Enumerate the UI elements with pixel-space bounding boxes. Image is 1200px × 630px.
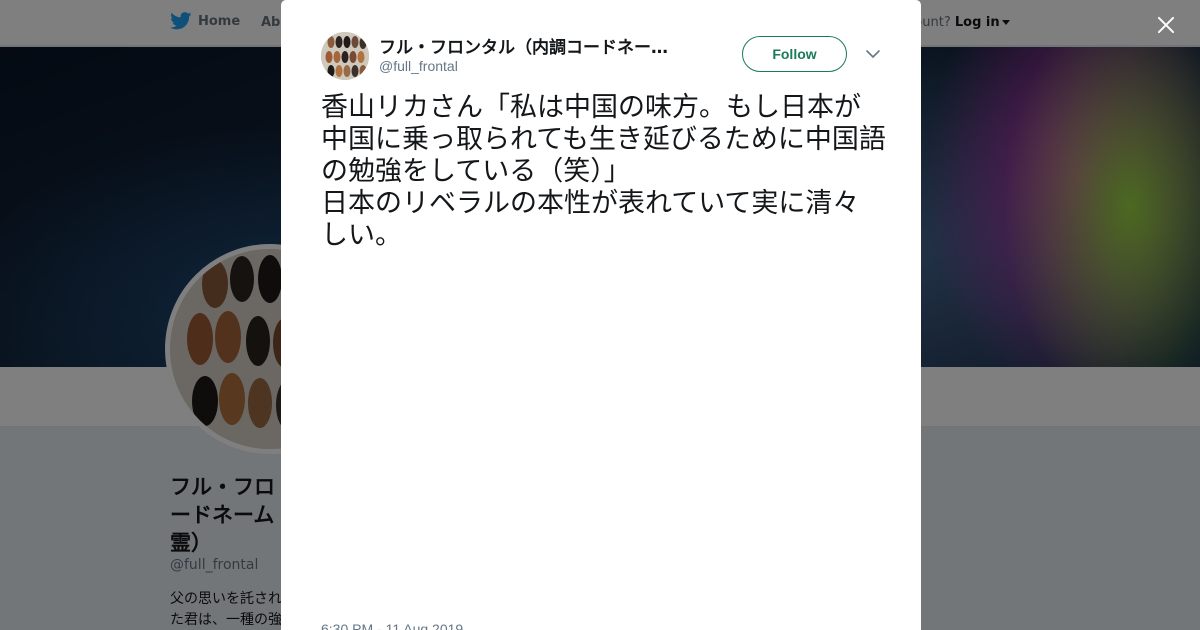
follow-button[interactable]: Follow [742,36,847,72]
chevron-down-icon[interactable] [865,48,881,60]
shoes-thumbnail [321,32,369,80]
author-name[interactable]: フル・フロンタル（内調コードネー… [379,33,689,58]
author-avatar[interactable] [321,32,369,80]
tweet-timestamp[interactable]: 6:30 PM - 11 Aug 2019 [321,621,463,630]
close-icon[interactable] [1153,12,1179,38]
tweet-modal: フル・フロンタル（内調コードネー… @full_frontal Follow 香… [281,0,921,630]
tweet-text: 香山リカさん「私は中国の味方。もし日本が中国に乗っ取られても生き延びるために中国… [321,92,886,251]
author-handle[interactable]: @full_frontal [379,58,458,74]
